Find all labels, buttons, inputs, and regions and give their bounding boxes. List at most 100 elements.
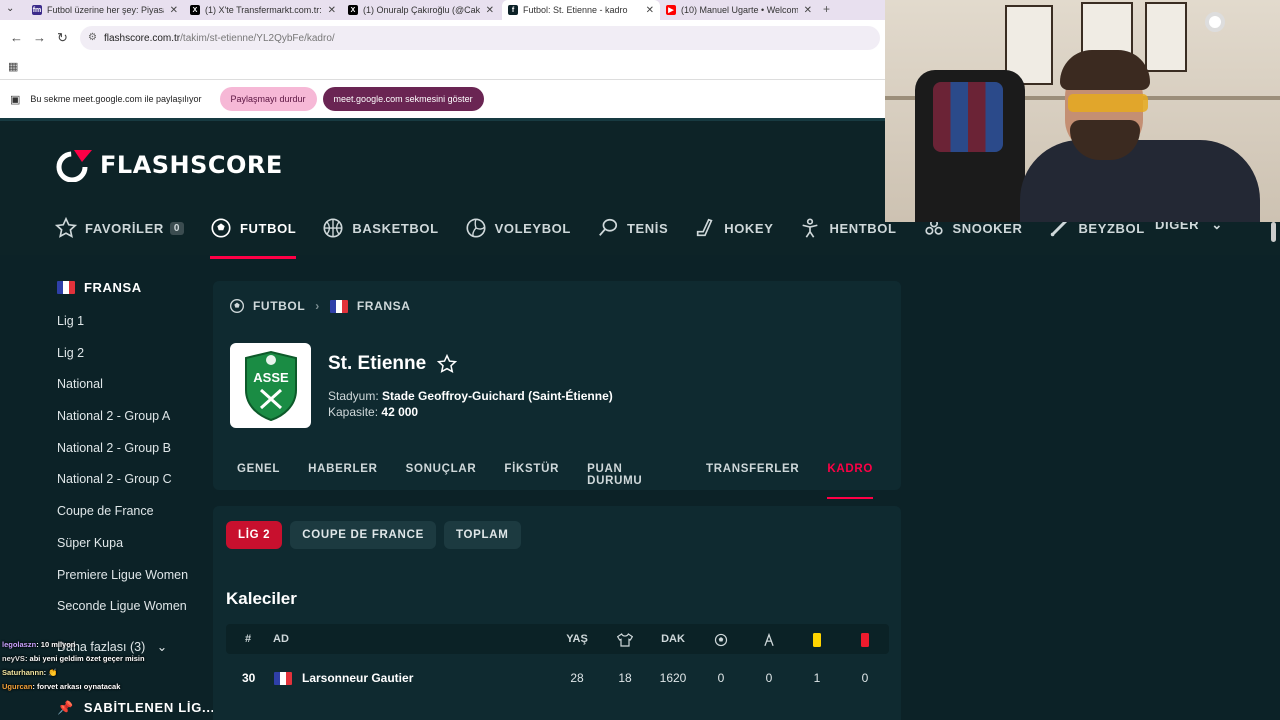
nav-basketball[interactable]: BASKETBOL — [322, 213, 438, 243]
player-minutes: 1620 — [659, 671, 687, 685]
jersey-icon — [605, 633, 645, 650]
browser-tab-strip: ⌄ fm Futbol üzerine her şey: Piyasa D ✕ … — [0, 0, 885, 20]
team-crest: ASSE — [230, 343, 311, 428]
filter-ligue2-button[interactable]: LİG 2 — [226, 521, 283, 549]
league-list: Lig 1 Lig 2 National National 2 - Group … — [57, 313, 207, 630]
player-assists: 0 — [765, 671, 773, 685]
nav-label: FUTBOL — [240, 220, 297, 236]
close-tab-icon[interactable]: ✕ — [804, 5, 812, 16]
col-number: # — [245, 633, 252, 645]
st-etienne-crest-icon: ASSE — [244, 350, 297, 421]
forward-icon[interactable]: → — [33, 30, 46, 45]
close-tab-icon[interactable]: ✕ — [170, 5, 178, 16]
nav-volleyball[interactable]: VOLEYBOL — [465, 213, 571, 243]
yellow-card-icon — [797, 633, 837, 650]
nav-label: BASKETBOL — [352, 220, 439, 236]
browser-tab[interactable]: X (1) X'te Transfermarkt.com.tr: "I ✕ — [184, 0, 342, 20]
tab-squad[interactable]: KADRO — [827, 463, 873, 499]
breadcrumb-sport[interactable]: FUTBOL — [253, 299, 305, 313]
crest-text: ASSE — [253, 370, 289, 385]
flashscore-logo[interactable]: FLASHSCORE — [56, 148, 283, 182]
sidebar-item-league[interactable]: Coupe de France — [57, 503, 207, 535]
handball-icon — [802, 218, 819, 238]
sidebar-country-header[interactable]: FRANSA — [57, 275, 207, 299]
tab-title: (1) X'te Transfermarkt.com.tr: "I — [205, 5, 322, 15]
browser-tab-active[interactable]: f Futbol: St. Etienne - kadro ✕ — [502, 0, 660, 20]
close-tab-icon[interactable]: ✕ — [328, 5, 336, 16]
squad-table-header: # AD YAŞ DAK — [226, 624, 889, 654]
tab-standings[interactable]: PUAN DURUMU — [587, 463, 678, 487]
chat-message: neyVS: abi yeni geldim özet geçer misin — [2, 652, 202, 666]
tab-news[interactable]: HABERLER — [308, 463, 378, 487]
sidebar-item-league[interactable]: National 2 - Group A — [57, 408, 207, 440]
chat-message: legolaszn: 10 milyon — [2, 638, 202, 652]
france-flag-icon — [329, 299, 348, 313]
table-row[interactable]: 30 Larsonneur Gautier 28 18 1620 0 0 1 0 — [226, 661, 889, 695]
pinned-label: SABİTLENEN LİG... — [83, 700, 215, 715]
sidebar-item-league[interactable]: Lig 2 — [57, 345, 207, 377]
player-name[interactable]: Larsonneur Gautier — [302, 671, 413, 685]
stadium-info: Stadyum: Stade Geoffroy-Guichard (Saint-… — [328, 389, 613, 403]
capacity-value: 42 000 — [381, 405, 419, 419]
sidebar-item-league[interactable]: Premiere Ligue Women — [57, 567, 207, 599]
tab-transfers[interactable]: TRANSFERLER — [706, 463, 799, 487]
tab-overview[interactable]: GENEL — [237, 463, 280, 487]
nav-favorites[interactable]: FAVORİLER 0 — [55, 213, 185, 243]
volleyball-icon — [466, 218, 486, 238]
sidebar-item-league[interactable]: National — [57, 376, 207, 408]
tab-title: (10) Manuel Ugarte • Welcome — [681, 5, 798, 15]
tab-title: (1) Onuralp Çakıroğlu (@Cakro — [363, 5, 480, 15]
page-scrollbar[interactable] — [1271, 222, 1276, 242]
capacity-info: Kapasite: 42 000 — [328, 405, 418, 419]
chat-text: : forvet arkası oynatacak — [32, 682, 121, 691]
reload-icon[interactable]: ↻ — [57, 30, 68, 46]
sidebar-item-league[interactable]: Seconde Ligue Women — [57, 598, 207, 630]
show-meet-tab-button[interactable]: meet.google.com sekmesini göster — [322, 87, 484, 111]
close-tab-icon[interactable]: ✕ — [646, 5, 654, 16]
tab-title: Futbol: St. Etienne - kadro — [523, 5, 628, 15]
breadcrumb-country[interactable]: FRANSA — [357, 299, 411, 313]
apps-grid-icon[interactable]: ▦ — [8, 60, 18, 73]
competition-filters: LİG 2 COUPE DE FRANCE TOPLAM — [226, 521, 529, 549]
favorite-star-icon[interactable] — [437, 354, 457, 374]
flashscore-logo-icon — [56, 150, 92, 182]
chevron-right-icon: › — [315, 299, 320, 313]
nav-hockey[interactable]: HOKEY — [694, 213, 773, 243]
nav-handball[interactable]: HENTBOL — [799, 213, 896, 243]
pinned-leagues-header[interactable]: 📌 SABİTLENEN LİG... — [57, 700, 215, 716]
browser-tab[interactable]: X (1) Onuralp Çakıroğlu (@Cakro ✕ — [342, 0, 500, 20]
filter-total-button[interactable]: TOPLAM — [443, 521, 521, 549]
stop-sharing-button[interactable]: Paylaşmayı durdur — [219, 87, 317, 111]
sidebar-item-league[interactable]: Süper Kupa — [57, 535, 207, 567]
new-tab-icon[interactable]: + — [823, 2, 830, 16]
tab-fixtures[interactable]: FİKSTÜR — [504, 463, 559, 487]
star-icon — [55, 217, 77, 238]
chat-text: : abi yeni geldim özet geçer misin — [24, 654, 145, 663]
tennis-icon — [598, 218, 618, 236]
favicon-icon: f — [508, 5, 518, 15]
sharing-notice: Bu sekme meet.google.com ile paylaşılıyo… — [30, 94, 202, 104]
tab-results[interactable]: SONUÇLAR — [406, 463, 477, 487]
nav-label: BEYZBOL — [1078, 220, 1145, 236]
url-field[interactable]: ⚙ flashscore.com.tr/takim/st-etienne/YL2… — [80, 26, 880, 50]
nav-tennis[interactable]: TENİS — [597, 213, 668, 243]
back-icon[interactable]: ← — [10, 30, 23, 45]
nav-football[interactable]: FUTBOL — [210, 213, 297, 259]
tab-list-chevron-icon[interactable]: ⌄ — [6, 3, 14, 14]
nav-label: VOLEYBOL — [494, 220, 571, 236]
sidebar-item-league[interactable]: Lig 1 — [57, 313, 207, 345]
close-tab-icon[interactable]: ✕ — [486, 5, 494, 16]
player-age: 28 — [570, 671, 584, 685]
browser-tab[interactable]: fm Futbol üzerine her şey: Piyasa D ✕ — [26, 0, 184, 20]
sidebar-item-league[interactable]: National 2 - Group C — [57, 471, 207, 503]
filter-coupe-button[interactable]: COUPE DE FRANCE — [290, 521, 436, 549]
team-tabs: GENEL HABERLER SONUÇLAR FİKSTÜR PUAN DUR… — [237, 463, 901, 499]
browser-tab[interactable]: ▶ (10) Manuel Ugarte • Welcome ✕ — [660, 0, 818, 20]
stadium-value: Stade Geoffroy-Guichard (Saint-Étienne) — [382, 389, 613, 403]
breadcrumb: FUTBOL › FRANSA — [229, 298, 410, 314]
sidebar-item-league[interactable]: National 2 - Group B — [57, 440, 207, 472]
pin-icon: 📌 — [57, 700, 74, 715]
stream-chat-overlay: legolaszn: 10 milyon neyVS: abi yeni gel… — [2, 638, 202, 694]
site-info-icon[interactable]: ⚙ — [88, 32, 97, 43]
squad-card: LİG 2 COUPE DE FRANCE TOPLAM Kaleciler #… — [213, 506, 901, 720]
